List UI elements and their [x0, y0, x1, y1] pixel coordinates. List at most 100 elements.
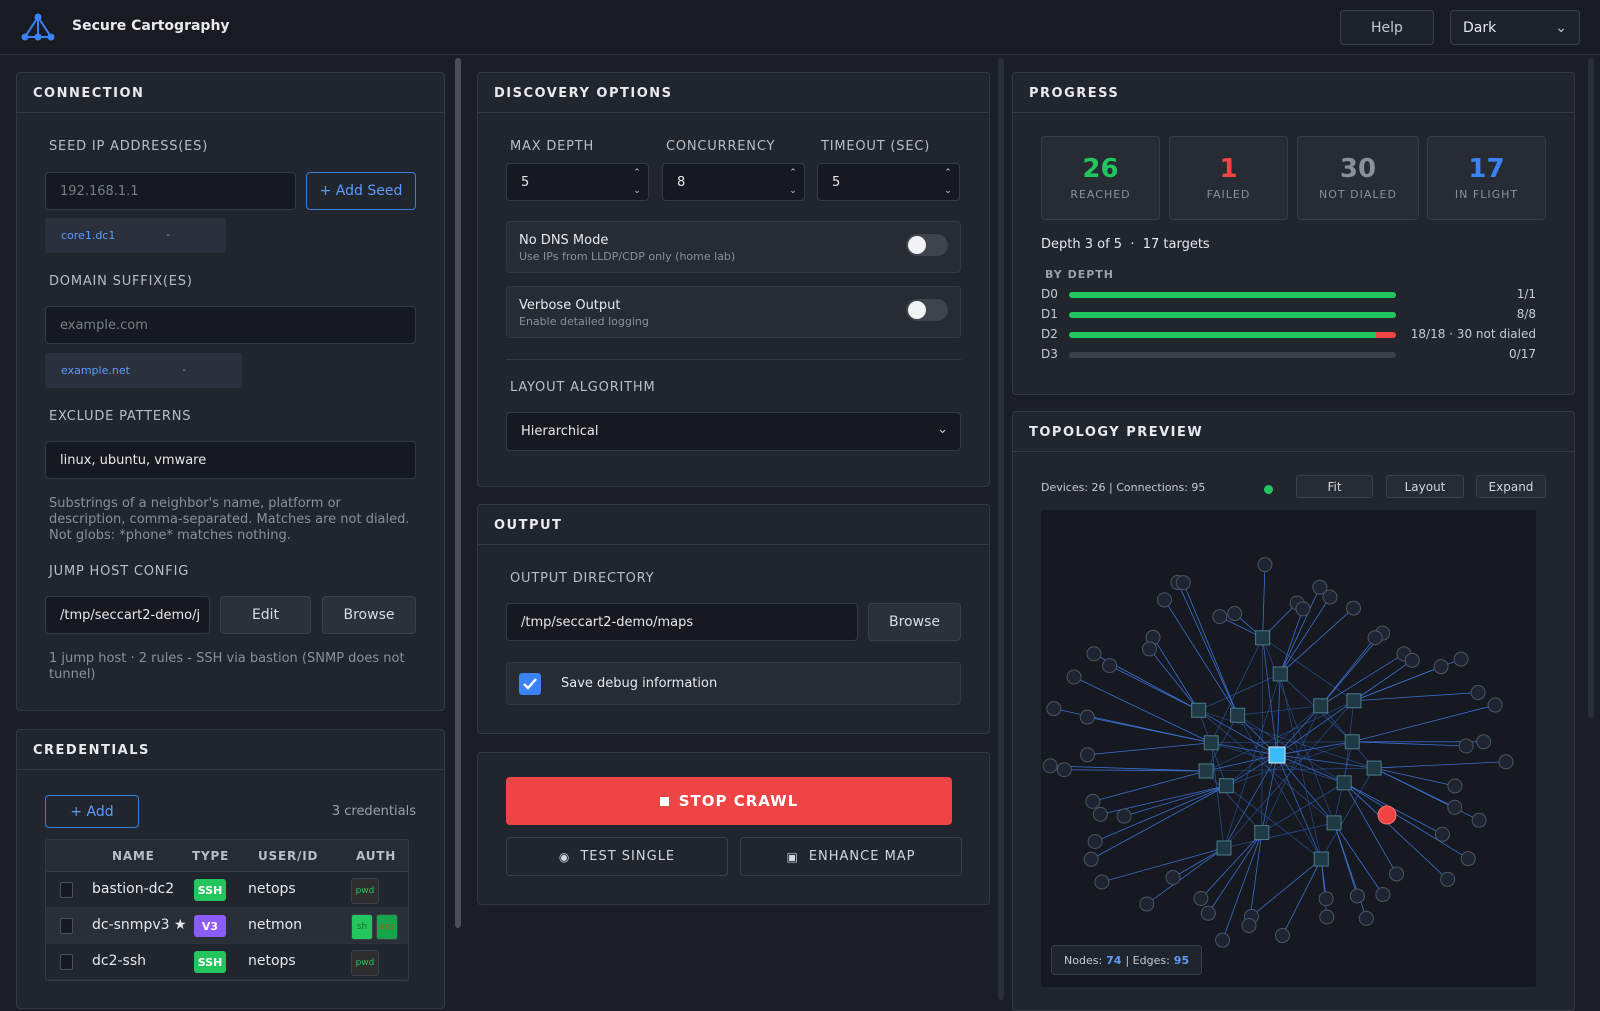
switch-node-icon[interactable] [1217, 841, 1231, 855]
switch-node-icon[interactable] [1367, 761, 1381, 775]
switch-node-icon[interactable] [1256, 631, 1270, 645]
device-node-icon[interactable] [1275, 929, 1289, 943]
device-node-icon[interactable] [1140, 897, 1154, 911]
device-node-icon[interactable] [1095, 875, 1109, 889]
device-node-icon[interactable] [1378, 806, 1396, 824]
seed-node-icon[interactable] [1269, 747, 1285, 763]
device-node-icon[interactable] [1472, 813, 1486, 827]
device-node-icon[interactable] [1216, 933, 1230, 947]
switch-node-icon[interactable] [1273, 667, 1287, 681]
device-node-icon[interactable] [1405, 653, 1419, 667]
device-node-icon[interactable] [1435, 827, 1449, 841]
expand-button[interactable]: Expand [1476, 475, 1546, 498]
device-node-icon[interactable] [1080, 710, 1094, 724]
device-node-icon[interactable] [1390, 867, 1404, 881]
row-checkbox[interactable] [60, 882, 73, 898]
device-node-icon[interactable] [1296, 602, 1310, 616]
device-node-icon[interactable] [1194, 892, 1208, 906]
device-node-icon[interactable] [1499, 755, 1513, 769]
output-dir-input[interactable]: /tmp/seccart2-demo/maps [506, 603, 858, 641]
device-node-icon[interactable] [1080, 748, 1094, 762]
table-row[interactable]: dc-snmpv3 ★ V3 netmon sh aes [46, 908, 408, 944]
switch-node-icon[interactable] [1219, 779, 1233, 793]
verbose-toggle-row[interactable]: Verbose Output Enable detailed logging [506, 286, 961, 338]
device-node-icon[interactable] [1368, 631, 1382, 645]
device-node-icon[interactable] [1448, 779, 1462, 793]
topology-canvas[interactable]: Nodes:74 | Edges:95 [1041, 510, 1536, 987]
table-row[interactable]: bastion-dc2 SSH netops pwd [46, 872, 408, 908]
debug-checkbox-row[interactable]: Save debug information [506, 662, 961, 705]
spinner-arrows-icon[interactable]: ⌃⌄ [626, 164, 648, 200]
device-node-icon[interactable] [1242, 919, 1256, 933]
test-single-button[interactable]: ◉ TEST SINGLE [506, 837, 728, 876]
verbose-switch[interactable] [906, 299, 948, 321]
device-node-icon[interactable] [1117, 809, 1131, 823]
switch-node-icon[interactable] [1345, 735, 1359, 749]
spinner-arrows-icon[interactable]: ⌃⌄ [937, 164, 959, 200]
row-checkbox[interactable] [60, 918, 73, 934]
device-node-icon[interactable] [1047, 702, 1061, 716]
switch-node-icon[interactable] [1255, 826, 1269, 840]
topology-graph[interactable] [1041, 510, 1536, 987]
device-node-icon[interactable] [1103, 659, 1117, 673]
exclude-patterns-input[interactable]: linux, ubuntu, vmware [45, 441, 416, 479]
middle-column-scrollbar[interactable] [998, 58, 1004, 1000]
remove-tag-icon[interactable]: - [182, 365, 186, 376]
switch-node-icon[interactable] [1204, 736, 1218, 750]
device-node-icon[interactable] [1157, 593, 1171, 607]
device-node-icon[interactable] [1347, 601, 1361, 615]
device-node-icon[interactable] [1043, 759, 1057, 773]
max-depth-input[interactable]: 5 ⌃⌄ [506, 163, 649, 201]
layout-button[interactable]: Layout [1386, 475, 1464, 498]
fit-button[interactable]: Fit [1296, 475, 1373, 498]
domain-suffix-input[interactable]: example.com [45, 306, 416, 344]
edit-jump-host-button[interactable]: Edit [220, 596, 311, 634]
row-checkbox[interactable] [60, 954, 73, 970]
switch-node-icon[interactable] [1327, 816, 1341, 830]
help-button[interactable]: Help [1340, 10, 1434, 45]
device-node-icon[interactable] [1093, 807, 1107, 821]
table-row[interactable]: dc2-ssh SSH netops pwd [46, 944, 408, 980]
device-node-icon[interactable] [1176, 576, 1190, 590]
device-node-icon[interactable] [1461, 852, 1475, 866]
theme-select[interactable]: Dark ⌄ [1450, 10, 1580, 45]
device-node-icon[interactable] [1086, 794, 1100, 808]
device-node-icon[interactable] [1258, 558, 1272, 572]
switch-node-icon[interactable] [1231, 708, 1245, 722]
browse-jump-host-button[interactable]: Browse [322, 596, 416, 634]
add-credential-button[interactable]: + Add [45, 795, 139, 828]
stop-crawl-button[interactable]: STOP CRAWL [506, 777, 952, 825]
right-column-scrollbar[interactable] [1588, 58, 1594, 718]
device-node-icon[interactable] [1454, 652, 1468, 666]
browse-output-button[interactable]: Browse [868, 603, 961, 641]
spinner-arrows-icon[interactable]: ⌃⌄ [782, 164, 804, 200]
device-node-icon[interactable] [1323, 590, 1337, 604]
debug-checkbox[interactable] [519, 673, 541, 695]
device-node-icon[interactable] [1088, 834, 1102, 848]
concurrency-input[interactable]: 8 ⌃⌄ [662, 163, 805, 201]
timeout-input[interactable]: 5 ⌃⌄ [817, 163, 960, 201]
switch-node-icon[interactable] [1314, 699, 1328, 713]
no-dns-switch[interactable] [906, 234, 948, 256]
device-node-icon[interactable] [1350, 889, 1364, 903]
device-node-icon[interactable] [1057, 763, 1071, 777]
device-node-icon[interactable] [1471, 686, 1485, 700]
device-node-icon[interactable] [1434, 660, 1448, 674]
device-node-icon[interactable] [1459, 739, 1473, 753]
device-node-icon[interactable] [1201, 906, 1215, 920]
device-node-icon[interactable] [1166, 870, 1180, 884]
left-column-scrollbar[interactable] [455, 58, 461, 928]
switch-node-icon[interactable] [1314, 852, 1328, 866]
switch-node-icon[interactable] [1347, 694, 1361, 708]
enhance-map-button[interactable]: ▣ ENHANCE MAP [740, 837, 962, 876]
device-node-icon[interactable] [1359, 911, 1373, 925]
device-node-icon[interactable] [1067, 670, 1081, 684]
device-node-icon[interactable] [1142, 642, 1156, 656]
no-dns-toggle-row[interactable]: No DNS Mode Use IPs from LLDP/CDP only (… [506, 221, 961, 273]
layout-algorithm-select[interactable]: Hierarchical ⌄ [506, 412, 961, 451]
jump-host-input[interactable]: /tmp/seccart2-demo/j [45, 596, 210, 634]
device-node-icon[interactable] [1477, 735, 1491, 749]
switch-node-icon[interactable] [1192, 703, 1206, 717]
device-node-icon[interactable] [1320, 910, 1334, 924]
device-node-icon[interactable] [1488, 698, 1502, 712]
